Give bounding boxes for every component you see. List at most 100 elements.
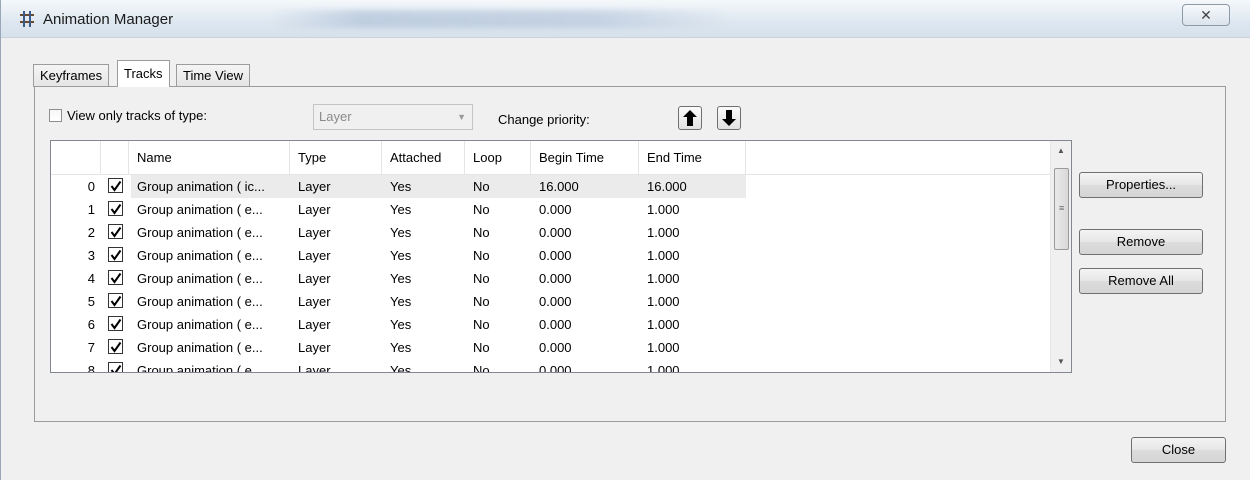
close-icon: ✕ bbox=[1200, 7, 1212, 23]
cell-loop: No bbox=[473, 248, 490, 263]
header-check bbox=[101, 141, 129, 175]
table-header: Name Type Attached Loop Begin Time End T… bbox=[51, 141, 1051, 175]
tracks-table[interactable]: Name Type Attached Loop Begin Time End T… bbox=[50, 140, 1072, 373]
priority-down-button[interactable] bbox=[717, 106, 741, 130]
track-enabled-checkbox[interactable] bbox=[108, 316, 123, 331]
track-enabled-checkbox[interactable] bbox=[108, 362, 123, 372]
cell-index: 0 bbox=[87, 179, 95, 194]
table-row[interactable]: 8 Group animation ( e... Layer Yes No 0.000 1.… bbox=[51, 359, 1051, 373]
properties-button[interactable]: Properties... bbox=[1079, 172, 1203, 198]
cell-name: Group animation ( e... bbox=[137, 317, 263, 332]
cell-end-time: 1.000 bbox=[647, 340, 680, 355]
cell-loop: No bbox=[473, 225, 490, 240]
cell-attached: Yes bbox=[390, 271, 412, 286]
tab-time-view[interactable]: Time View bbox=[176, 64, 250, 87]
view-only-type-label: View only tracks of type: bbox=[67, 108, 207, 123]
cell-end-time: 1.000 bbox=[647, 248, 680, 263]
cell-loop: No bbox=[473, 179, 490, 194]
checkmark-icon bbox=[110, 272, 122, 284]
track-enabled-checkbox[interactable] bbox=[108, 247, 123, 262]
cell-index: 2 bbox=[87, 225, 95, 240]
cell-attached: Yes bbox=[390, 202, 412, 217]
header-loop[interactable]: Loop bbox=[465, 141, 531, 175]
track-enabled-checkbox[interactable] bbox=[108, 293, 123, 308]
cell-loop: No bbox=[473, 363, 490, 373]
checkmark-icon bbox=[110, 203, 122, 215]
cell-end-time: 1.000 bbox=[647, 317, 680, 332]
checkmark-icon bbox=[110, 341, 122, 353]
cell-index: 6 bbox=[87, 317, 95, 332]
scroll-down-icon[interactable]: ▼ bbox=[1051, 352, 1071, 372]
cell-type: Layer bbox=[298, 179, 331, 194]
cell-name: Group animation ( e... bbox=[137, 202, 263, 217]
background-menu-blur bbox=[271, 10, 731, 28]
track-type-select[interactable]: Layer ▼ bbox=[313, 104, 473, 130]
cell-loop: No bbox=[473, 294, 490, 309]
track-enabled-checkbox[interactable] bbox=[108, 201, 123, 216]
cell-type: Layer bbox=[298, 317, 331, 332]
header-begin-time[interactable]: Begin Time bbox=[531, 141, 639, 175]
remove-all-button[interactable]: Remove All bbox=[1079, 268, 1203, 294]
track-enabled-checkbox[interactable] bbox=[108, 178, 123, 193]
checkmark-icon bbox=[110, 249, 122, 261]
cell-type: Layer bbox=[298, 271, 331, 286]
cell-index: 8 bbox=[87, 363, 95, 373]
tab-keyframes[interactable]: Keyframes bbox=[33, 64, 110, 87]
grip-icon: ≡ bbox=[1059, 203, 1065, 213]
table-row[interactable]: 3 Group animation ( e... Layer Yes No 0.000 1.… bbox=[51, 244, 1051, 267]
cell-type: Layer bbox=[298, 225, 331, 240]
track-enabled-checkbox[interactable] bbox=[108, 270, 123, 285]
table-row[interactable]: 2 Group animation ( e... Layer Yes No 0.000 1.… bbox=[51, 221, 1051, 244]
arrow-up-icon bbox=[683, 110, 697, 126]
cell-name: Group animation ( ic... bbox=[137, 179, 265, 194]
table-row[interactable]: 0 Group animation ( ic... Layer Yes No 16.000… bbox=[51, 175, 1051, 198]
checkmark-icon bbox=[110, 226, 122, 238]
cell-end-time: 1.000 bbox=[647, 271, 680, 286]
scroll-up-icon[interactable]: ▲ bbox=[1051, 141, 1071, 161]
animation-manager-icon bbox=[20, 11, 34, 27]
table-row[interactable]: 6 Group animation ( e... Layer Yes No 0.000 1.… bbox=[51, 313, 1051, 336]
scroll-thumb[interactable]: ≡ bbox=[1054, 168, 1069, 250]
tab-tracks[interactable]: Tracks bbox=[117, 60, 170, 87]
cell-loop: No bbox=[473, 271, 490, 286]
cell-loop: No bbox=[473, 340, 490, 355]
cell-end-time: 1.000 bbox=[647, 225, 680, 240]
view-only-type-checkbox[interactable] bbox=[49, 109, 62, 122]
track-enabled-checkbox[interactable] bbox=[108, 339, 123, 354]
cell-end-time: 1.000 bbox=[647, 294, 680, 309]
window-close-button[interactable]: ✕ bbox=[1182, 4, 1230, 26]
cell-begin-time: 0.000 bbox=[539, 317, 572, 332]
priority-up-button[interactable] bbox=[678, 106, 702, 130]
cell-begin-time: 0.000 bbox=[539, 225, 572, 240]
cell-begin-time: 0.000 bbox=[539, 248, 572, 263]
cell-type: Layer bbox=[298, 340, 331, 355]
cell-index: 3 bbox=[87, 248, 95, 263]
table-row[interactable]: 7 Group animation ( e... Layer Yes No 0.000 1.… bbox=[51, 336, 1051, 359]
header-name[interactable]: Name bbox=[129, 141, 290, 175]
cell-begin-time: 16.000 bbox=[539, 179, 579, 194]
cell-name: Group animation ( e... bbox=[137, 363, 263, 373]
table-row[interactable]: 1 Group animation ( e... Layer Yes No 0.000 1.… bbox=[51, 198, 1051, 221]
header-type[interactable]: Type bbox=[290, 141, 382, 175]
cell-attached: Yes bbox=[390, 363, 412, 373]
window-title: Animation Manager bbox=[43, 11, 174, 28]
checkmark-icon bbox=[110, 364, 122, 372]
remove-button[interactable]: Remove bbox=[1079, 229, 1203, 255]
close-button[interactable]: Close bbox=[1131, 437, 1226, 463]
checkmark-icon bbox=[110, 295, 122, 307]
table-row[interactable]: 5 Group animation ( e... Layer Yes No 0.000 1.… bbox=[51, 290, 1051, 313]
vertical-scrollbar[interactable]: ▲ ≡ ▼ bbox=[1050, 141, 1071, 372]
cell-begin-time: 0.000 bbox=[539, 271, 572, 286]
table-row[interactable]: 4 Group animation ( e... Layer Yes No 0.000 1.… bbox=[51, 267, 1051, 290]
cell-attached: Yes bbox=[390, 225, 412, 240]
dropdown-arrow-icon: ▼ bbox=[457, 112, 466, 122]
cell-name: Group animation ( e... bbox=[137, 340, 263, 355]
cell-loop: No bbox=[473, 202, 490, 217]
cell-index: 7 bbox=[87, 340, 95, 355]
header-end-time[interactable]: End Time bbox=[639, 141, 746, 175]
cell-name: Group animation ( e... bbox=[137, 271, 263, 286]
cell-type: Layer bbox=[298, 363, 331, 373]
header-attached[interactable]: Attached bbox=[382, 141, 465, 175]
cell-end-time: 1.000 bbox=[647, 363, 680, 373]
track-enabled-checkbox[interactable] bbox=[108, 224, 123, 239]
